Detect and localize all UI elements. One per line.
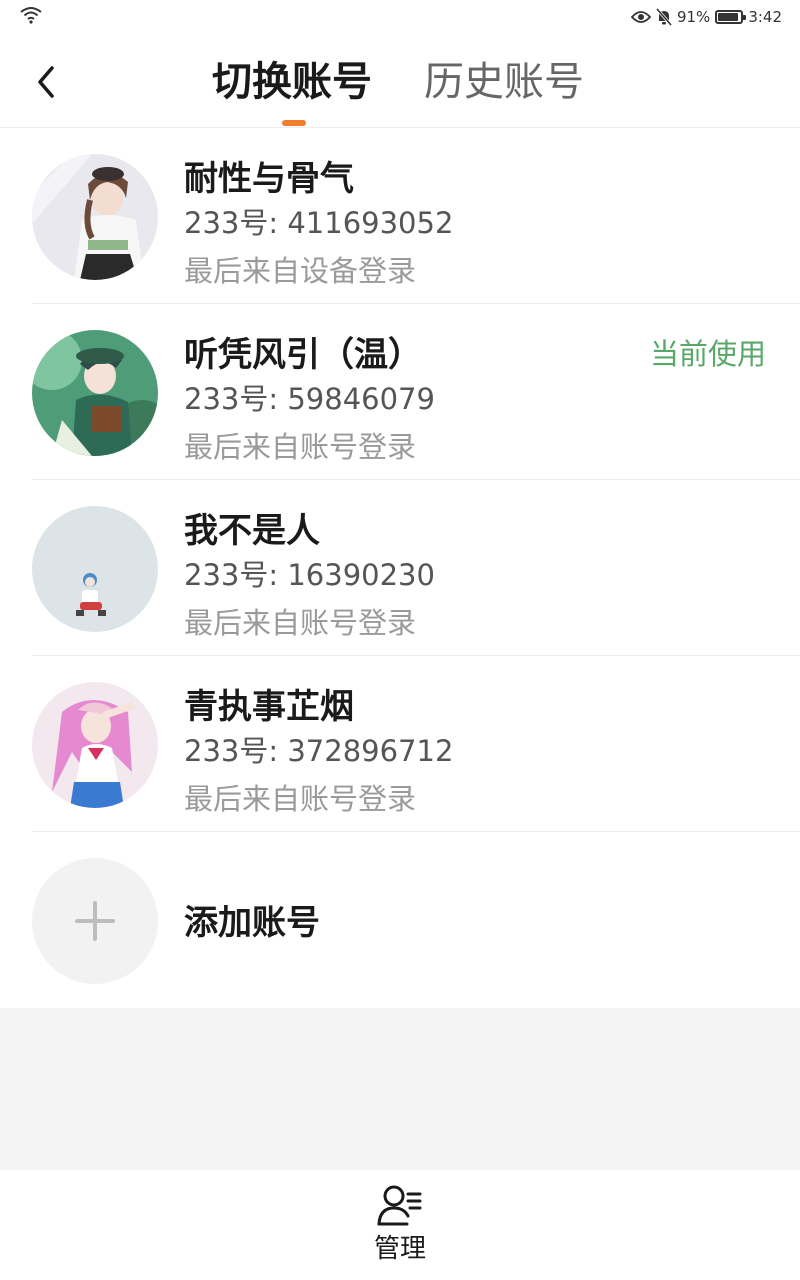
add-account-label: 添加账号 xyxy=(184,903,320,943)
avatar xyxy=(32,330,158,456)
last-login-source: 最后来自账号登录 xyxy=(184,430,417,464)
battery-icon xyxy=(715,10,747,24)
account-name: 耐性与骨气 xyxy=(184,159,354,199)
plus-icon xyxy=(32,858,158,984)
status-right: 91% 3:42 xyxy=(630,6,782,28)
last-login-source: 最后来自账号登录 xyxy=(184,606,417,640)
account-list: 耐性与骨气 233号: 411693052 最后来自设备登录 听凭风引（温） 当… xyxy=(0,128,800,1008)
manage-user-icon xyxy=(377,1185,422,1226)
account-name: 听凭风引（温） xyxy=(184,335,422,375)
current-use-badge: 当前使用 xyxy=(649,337,766,371)
tab-switch-account[interactable]: 切换账号 xyxy=(212,56,372,108)
account-item[interactable]: 我不是人 233号: 16390230 最后来自账号登录 xyxy=(0,480,800,656)
battery-fill xyxy=(718,13,739,21)
account-item[interactable]: 耐性与骨气 233号: 411693052 最后来自设备登录 xyxy=(0,128,800,304)
status-bar: 91% 3:42 xyxy=(0,0,800,34)
account-id: 233号: 16390230 xyxy=(184,558,435,592)
bottom-bar: 管理 xyxy=(0,1170,800,1280)
manage-button[interactable]: 管理 xyxy=(360,1184,440,1272)
battery-percent: 91% xyxy=(676,8,711,26)
empty-area xyxy=(0,1008,800,1170)
add-account-button[interactable]: 添加账号 xyxy=(0,832,800,1008)
account-name: 我不是人 xyxy=(184,511,320,551)
clock: 3:42 xyxy=(748,8,782,26)
account-name: 青执事芷烟 xyxy=(184,687,354,727)
account-item[interactable]: 青执事芷烟 233号: 372896712 最后来自账号登录 xyxy=(0,656,800,832)
bell-off-icon xyxy=(655,8,672,26)
avatar xyxy=(32,154,158,280)
tab-history-account[interactable]: 历史账号 xyxy=(424,56,584,108)
avatar xyxy=(32,506,158,632)
last-login-source: 最后来自设备登录 xyxy=(184,254,417,288)
chevron-left-icon[interactable] xyxy=(30,62,64,102)
account-id: 233号: 59846079 xyxy=(184,382,435,416)
last-login-source: 最后来自账号登录 xyxy=(184,782,417,816)
tab-indicator xyxy=(282,120,306,126)
account-item[interactable]: 听凭风引（温） 当前使用 233号: 59846079 最后来自账号登录 xyxy=(0,304,800,480)
account-id: 233号: 372896712 xyxy=(184,734,454,768)
manage-label: 管理 xyxy=(373,1234,426,1264)
eye-icon xyxy=(630,11,651,23)
wifi-icon xyxy=(20,7,42,24)
avatar xyxy=(32,682,158,808)
account-id: 233号: 411693052 xyxy=(184,206,454,240)
header: 切换账号 历史账号 xyxy=(0,34,800,128)
